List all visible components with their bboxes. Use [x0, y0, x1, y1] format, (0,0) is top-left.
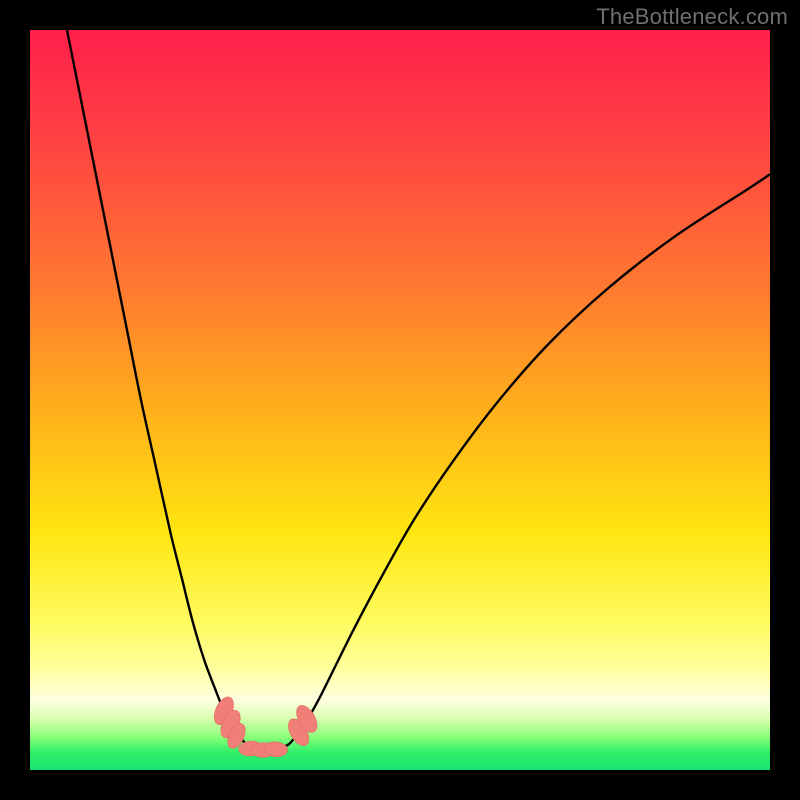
- watermark-text: TheBottleneck.com: [596, 4, 788, 30]
- chart-svg: [30, 30, 770, 770]
- chart-frame: TheBottleneck.com: [0, 0, 800, 800]
- plot-area: [30, 30, 770, 770]
